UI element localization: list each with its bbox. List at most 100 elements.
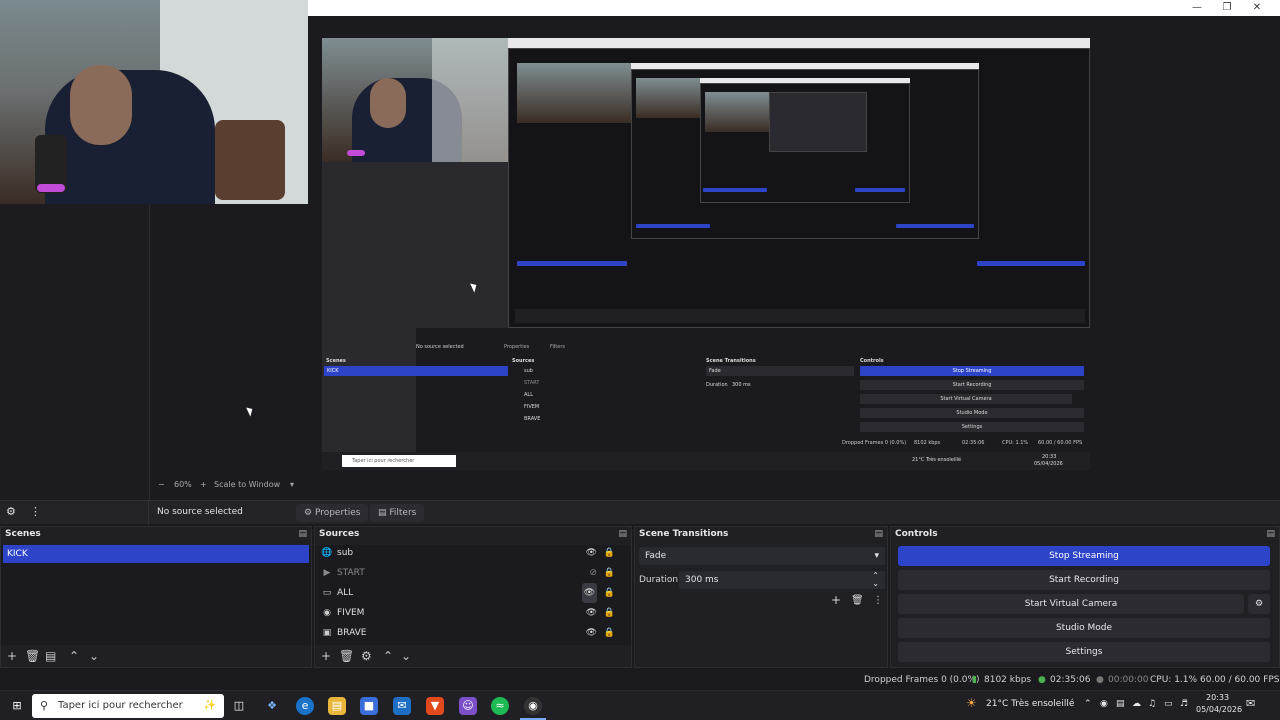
start-recording-button[interactable]: Start Recording [898, 570, 1270, 590]
brave-icon[interactable]: ▼ [426, 697, 444, 715]
clock-time[interactable]: 20:33 [1206, 693, 1229, 702]
weather-text[interactable]: 21°C Très ensoleillé [986, 699, 1074, 709]
lock-icon[interactable]: 🔒 [604, 603, 615, 623]
scenes-dock: Scenes ▤ KICK + 🗑 ▤ ⌃ ⌄ [0, 526, 312, 668]
undock-icon[interactable]: ▤ [1266, 527, 1275, 541]
nested-studio-mode: Studio Mode [860, 408, 1084, 418]
stepper-down-icon[interactable]: ⌄ [872, 575, 879, 593]
nested-transitions-title: Scene Transitions [706, 358, 756, 364]
nested-filters-label: Filters [550, 344, 565, 350]
nested-virtual-camera: Start Virtual Camera [860, 394, 1072, 404]
dock-empty-area [0, 204, 150, 500]
add-source-icon[interactable]: + [321, 649, 331, 663]
lock-icon[interactable]: 🔒 [604, 543, 615, 563]
scene-filters-icon[interactable]: ▤ [45, 649, 56, 663]
task-view-icon[interactable]: ◫ [230, 697, 248, 715]
zoom-in-button[interactable]: + [200, 480, 207, 489]
remove-scene-icon[interactable]: 🗑 [25, 649, 40, 663]
nested-taskbar: Taper ici pour rechercher 21°C Très enso… [322, 452, 1090, 470]
close-icon[interactable]: ✕ [1242, 0, 1272, 16]
tray-cloud-icon[interactable]: ☁ [1132, 699, 1141, 709]
no-source-label: No source selected [157, 507, 243, 517]
microphone-icon[interactable]: ♫ [1148, 699, 1156, 709]
nested-obs-preview [508, 48, 1090, 328]
obs-icon[interactable]: ◉ [524, 697, 542, 715]
eye-hidden-icon[interactable]: ⊘ [589, 563, 597, 583]
eye-icon[interactable]: 👁 [586, 603, 597, 623]
weather-icon[interactable]: ☀ [966, 696, 977, 710]
undock-icon[interactable]: ▤ [874, 527, 883, 541]
scene-item-kick[interactable]: KICK [3, 545, 309, 563]
start-virtual-camera-button[interactable]: Start Virtual Camera [898, 594, 1244, 614]
eye-icon[interactable]: 👁 [586, 543, 597, 563]
edge-icon[interactable]: e [296, 697, 314, 715]
notification-icon[interactable]: ✉ [1246, 697, 1255, 710]
undock-icon[interactable]: ▤ [298, 527, 307, 541]
nested-src-3: FIVEM [524, 404, 540, 410]
move-down-icon[interactable]: ⌄ [401, 649, 411, 663]
eye-icon[interactable]: 👁 [586, 623, 597, 643]
undock-icon[interactable]: ▤ [618, 527, 627, 541]
duration-input[interactable]: 300 ms ⌃ ⌄ [679, 571, 885, 589]
duration-value: 300 ms [685, 575, 719, 585]
maximize-icon[interactable]: ❐ [1212, 0, 1242, 16]
transition-menu-icon[interactable]: ⋮ [873, 595, 883, 606]
move-down-icon[interactable]: ⌄ [89, 649, 99, 663]
add-transition-icon[interactable]: + [831, 593, 841, 607]
discord-icon[interactable]: ☺ [459, 697, 477, 715]
minimize-icon[interactable]: — [1182, 0, 1212, 16]
settings-button[interactable]: Settings [898, 642, 1270, 662]
lock-icon[interactable]: 🔒 [604, 563, 615, 583]
taskbar-search-input[interactable]: ⚲ Taper ici pour rechercher ✨ [32, 694, 224, 718]
eye-icon[interactable]: 👁 [581, 583, 597, 603]
volume-icon[interactable]: ♬ [1180, 699, 1188, 709]
network-icon[interactable]: ▭ [1164, 699, 1173, 709]
move-up-icon[interactable]: ⌃ [383, 649, 393, 663]
file-explorer-icon[interactable]: ▤ [328, 697, 346, 715]
source-row-start[interactable]: ▶ START ⊘ 🔒 [319, 563, 627, 583]
preview-canvas[interactable]: No source selected Properties Filters Sc… [322, 38, 1090, 470]
spotify-icon[interactable]: ≈ [491, 697, 509, 715]
scale-mode-select[interactable]: Scale to Window [214, 480, 280, 489]
scenes-title: Scenes [5, 529, 41, 539]
lock-icon[interactable]: 🔒 [604, 583, 615, 603]
studio-mode-button[interactable]: Studio Mode [898, 618, 1270, 638]
nested-stop-streaming: Stop Streaming [860, 366, 1084, 376]
transitions-header: Scene Transitions ▤ [635, 527, 887, 541]
store-icon[interactable]: ■ [360, 697, 378, 715]
tray-app-icon[interactable]: ◉ [1100, 699, 1108, 709]
source-row-fivem[interactable]: ◉ FIVEM 👁 🔒 [319, 603, 627, 623]
dropped-frames: Dropped Frames 0 (0.0%) [864, 675, 980, 685]
outlook-icon[interactable]: ✉ [393, 697, 411, 715]
move-up-icon[interactable]: ⌃ [69, 649, 79, 663]
zoom-out-button[interactable]: − [158, 480, 165, 489]
properties-button[interactable]: ⚙ Properties [296, 504, 369, 522]
remove-transition-icon[interactable]: 🗑 [851, 595, 864, 606]
properties-label: Properties [314, 508, 361, 518]
virtual-camera-settings-icon[interactable]: ⚙ [1248, 594, 1270, 614]
transition-select[interactable]: Fade ▾ [639, 547, 885, 565]
add-scene-icon[interactable]: + [7, 649, 17, 663]
stop-streaming-button[interactable]: Stop Streaming [898, 546, 1270, 566]
source-row-brave[interactable]: ▣ BRAVE 👁 🔒 [319, 623, 627, 643]
source-row-all[interactable]: ▭ ALL 👁 🔒 [319, 583, 627, 603]
windows-start-icon[interactable]: ⊞ [8, 697, 26, 715]
tray-folder-icon[interactable]: ▤ [1116, 699, 1125, 709]
copilot-icon[interactable]: ❖ [263, 697, 281, 715]
window-icon: ▣ [322, 628, 332, 638]
source-name: ALL [337, 588, 354, 598]
chevron-up-icon[interactable]: ⌃ [1084, 699, 1092, 709]
nested-start-recording: Start Recording [860, 380, 1084, 390]
remove-source-icon[interactable]: 🗑 [339, 649, 354, 663]
lock-icon[interactable]: 🔒 [604, 623, 615, 643]
sources-header: Sources ▤ [315, 527, 631, 541]
preview-zoom-bar: − 60% + Scale to Window ▾ [150, 478, 1280, 492]
source-row-sub[interactable]: 🌐 sub 👁 🔒 [319, 543, 627, 563]
dock-settings-icon[interactable]: ⚙ [6, 505, 16, 518]
clock-date[interactable]: 05/04/2026 [1196, 705, 1242, 714]
filters-button[interactable]: ▤ Filters [370, 504, 425, 522]
obs-window: — ❐ ✕ No source selected Properties Filt… [0, 0, 1280, 720]
more-options-icon[interactable]: ⋮ [30, 505, 41, 518]
source-properties-icon[interactable]: ⚙ [361, 649, 372, 663]
scale-mode-chevron-icon[interactable]: ▾ [290, 480, 294, 489]
